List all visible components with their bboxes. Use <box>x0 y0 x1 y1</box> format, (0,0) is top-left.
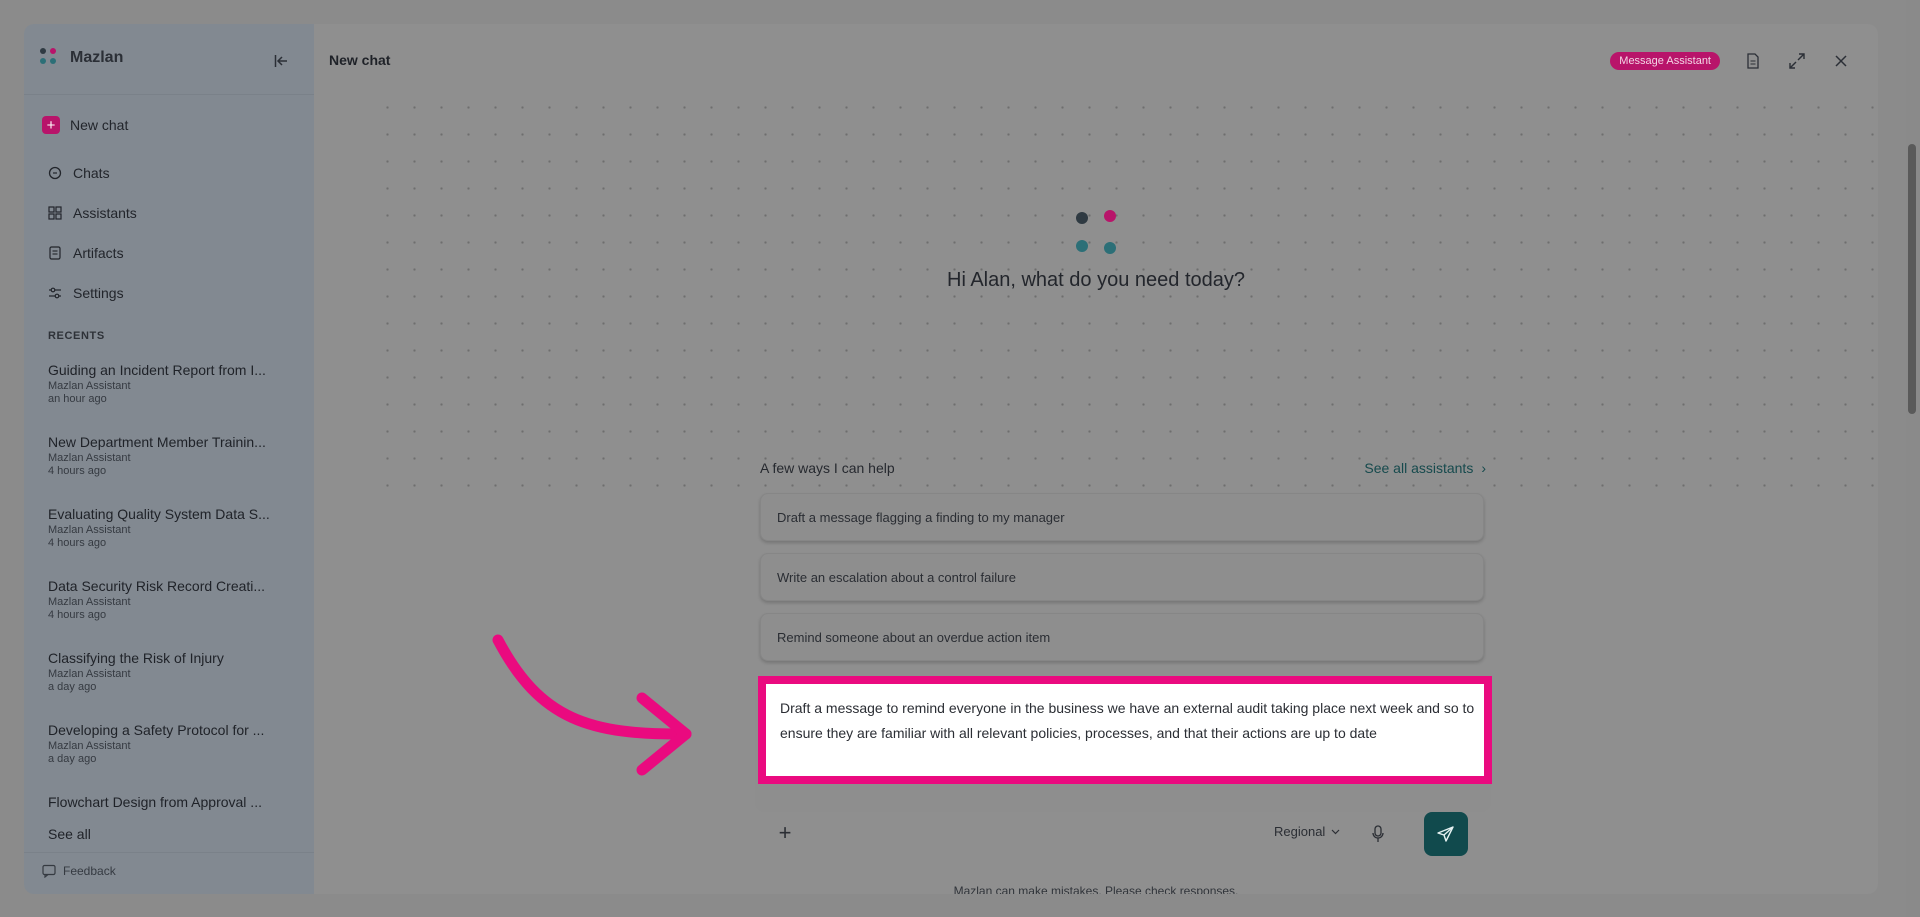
sidebar-item-artifacts[interactable]: Artifacts <box>48 245 124 261</box>
suggestion-card[interactable]: Remind someone about an overdue action i… <box>760 613 1484 661</box>
recent-title: New Department Member Trainin... <box>48 434 266 450</box>
recent-title: Flowchart Design from Approval ... <box>48 794 262 810</box>
recent-title: Data Security Risk Record Creati... <box>48 578 266 594</box>
suggestion-text: Draft a message flagging a finding to my… <box>777 509 1065 525</box>
brand-name: Mazlan <box>70 49 124 66</box>
see-all-assistants-link[interactable]: See all assistants › <box>1364 460 1486 476</box>
see-all-assistants-label: See all assistants <box>1364 460 1474 476</box>
recent-chat-item[interactable]: Guiding an Incident Report from I... Maz… <box>48 362 280 405</box>
chat-icon <box>48 166 62 180</box>
feedback-icon <box>42 864 56 878</box>
recent-chat-item[interactable]: Evaluating Quality System Data S... Mazl… <box>48 506 280 549</box>
helper-header: A few ways I can help See all assistants… <box>760 460 1486 476</box>
region-select[interactable]: Regional <box>1274 824 1340 839</box>
document-icon <box>49 246 61 260</box>
send-icon <box>1437 826 1454 842</box>
recent-assistant: Mazlan Assistant <box>48 524 131 536</box>
feedback-label: Feedback <box>63 864 116 878</box>
divider <box>24 852 314 853</box>
recent-title: Classifying the Risk of Injury <box>48 650 224 666</box>
chat-main: New chat Message Assistant Hi Alan, what… <box>314 24 1878 894</box>
sidebar-item-label: Artifacts <box>73 245 124 261</box>
recent-assistant: Mazlan Assistant <box>48 596 131 608</box>
plus-icon: + <box>42 116 60 134</box>
scrollbar-thumb[interactable] <box>1908 144 1916 414</box>
chevron-right-icon: › <box>1481 460 1486 476</box>
greeting: Hi Alan, what do you need today? <box>947 269 1245 291</box>
recent-title: Developing a Safety Protocol for ... <box>48 722 265 738</box>
sliders-icon <box>49 287 61 299</box>
recent-time: an hour ago <box>48 393 107 405</box>
document-icon[interactable] <box>1742 50 1764 72</box>
divider <box>24 94 314 95</box>
helper-label: A few ways I can help <box>760 460 895 476</box>
microphone-icon[interactable] <box>1366 822 1390 846</box>
chevron-down-icon <box>1331 829 1340 834</box>
recent-chat-item[interactable]: Flowchart Design from Approval ... <box>48 794 280 810</box>
recent-title: Guiding an Incident Report from I... <box>48 362 266 378</box>
region-select-value: Regional <box>1274 824 1326 839</box>
sidebar-item-settings[interactable]: Settings <box>48 285 124 301</box>
sidebar: Mazlan + New chat Chats Assistants Artif… <box>24 24 314 894</box>
sidebar-item-assistants[interactable]: Assistants <box>48 205 137 221</box>
recent-time: 4 hours ago <box>48 537 107 549</box>
recent-time: 4 hours ago <box>48 609 107 621</box>
suggestion-card[interactable]: Write an escalation about a control fail… <box>760 553 1484 601</box>
new-chat-label: New chat <box>70 117 129 133</box>
collapse-sidebar-icon[interactable] <box>270 50 292 72</box>
recent-time: a day ago <box>48 753 97 765</box>
grid-icon <box>48 206 62 220</box>
header-actions: Message Assistant <box>1610 50 1852 72</box>
recent-chat-item[interactable]: Data Security Risk Record Creati... Mazl… <box>48 578 280 621</box>
brand-logo-icon <box>40 48 60 68</box>
disclaimer: Mazlan can make mistakes. Please check r… <box>953 884 1239 894</box>
dotted-background <box>374 94 1874 494</box>
brand: Mazlan <box>40 48 123 68</box>
see-all-link[interactable]: See all <box>48 826 91 842</box>
recent-assistant: Mazlan Assistant <box>48 668 131 680</box>
new-chat-button[interactable]: + New chat <box>42 116 128 134</box>
page-title: New chat <box>329 52 391 68</box>
app-window: Mazlan + New chat Chats Assistants Artif… <box>24 24 1878 894</box>
assistant-badge[interactable]: Message Assistant <box>1610 52 1720 70</box>
suggestion-text: Remind someone about an overdue action i… <box>777 629 1051 645</box>
feedback-button[interactable]: Feedback <box>42 864 116 878</box>
recent-title: Evaluating Quality System Data S... <box>48 506 270 522</box>
recent-assistant: Mazlan Assistant <box>48 452 131 464</box>
suggestion-card[interactable]: Draft a message flagging a finding to my… <box>760 493 1484 541</box>
add-attachment-icon[interactable]: + <box>772 820 798 846</box>
mazlan-logo-icon <box>1076 210 1116 254</box>
sidebar-item-label: Assistants <box>73 205 137 221</box>
sidebar-item-label: Chats <box>73 165 110 181</box>
message-input[interactable]: Draft a message to remind everyone in th… <box>780 696 1475 745</box>
recent-assistant: Mazlan Assistant <box>48 380 131 392</box>
sidebar-item-label: Settings <box>73 285 124 301</box>
sidebar-item-chats[interactable]: Chats <box>48 165 110 181</box>
scrollbar-track[interactable] <box>1906 0 1920 917</box>
recents-heading: RECENTS <box>48 330 105 342</box>
recent-assistant: Mazlan Assistant <box>48 740 131 752</box>
recent-time: 4 hours ago <box>48 465 107 477</box>
recent-time: a day ago <box>48 681 97 693</box>
close-icon[interactable] <box>1830 50 1852 72</box>
composer-toolbar: + Regional <box>760 810 1484 858</box>
recent-chat-item[interactable]: Classifying the Risk of Injury Mazlan As… <box>48 650 280 693</box>
recent-chat-item[interactable]: New Department Member Trainin... Mazlan … <box>48 434 280 477</box>
expand-icon[interactable] <box>1786 50 1808 72</box>
suggestion-text: Write an escalation about a control fail… <box>777 569 1016 585</box>
send-button[interactable] <box>1424 812 1468 856</box>
recent-chat-item[interactable]: Developing a Safety Protocol for ... Maz… <box>48 722 280 765</box>
